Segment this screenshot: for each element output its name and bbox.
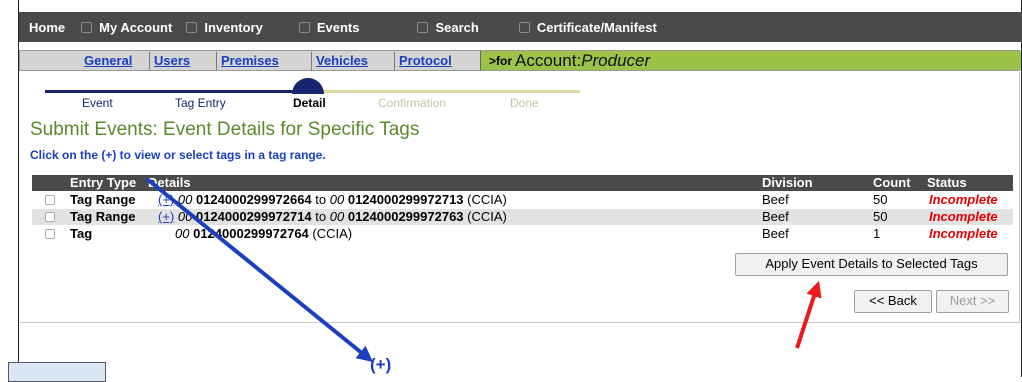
blue-arrow-icon bbox=[145, 177, 373, 363]
annotation-callout: (+) bbox=[370, 355, 392, 374]
red-arrow-icon bbox=[795, 280, 822, 349]
annotation-overlay bbox=[145, 177, 822, 363]
partial-window-fragment bbox=[8, 362, 106, 382]
